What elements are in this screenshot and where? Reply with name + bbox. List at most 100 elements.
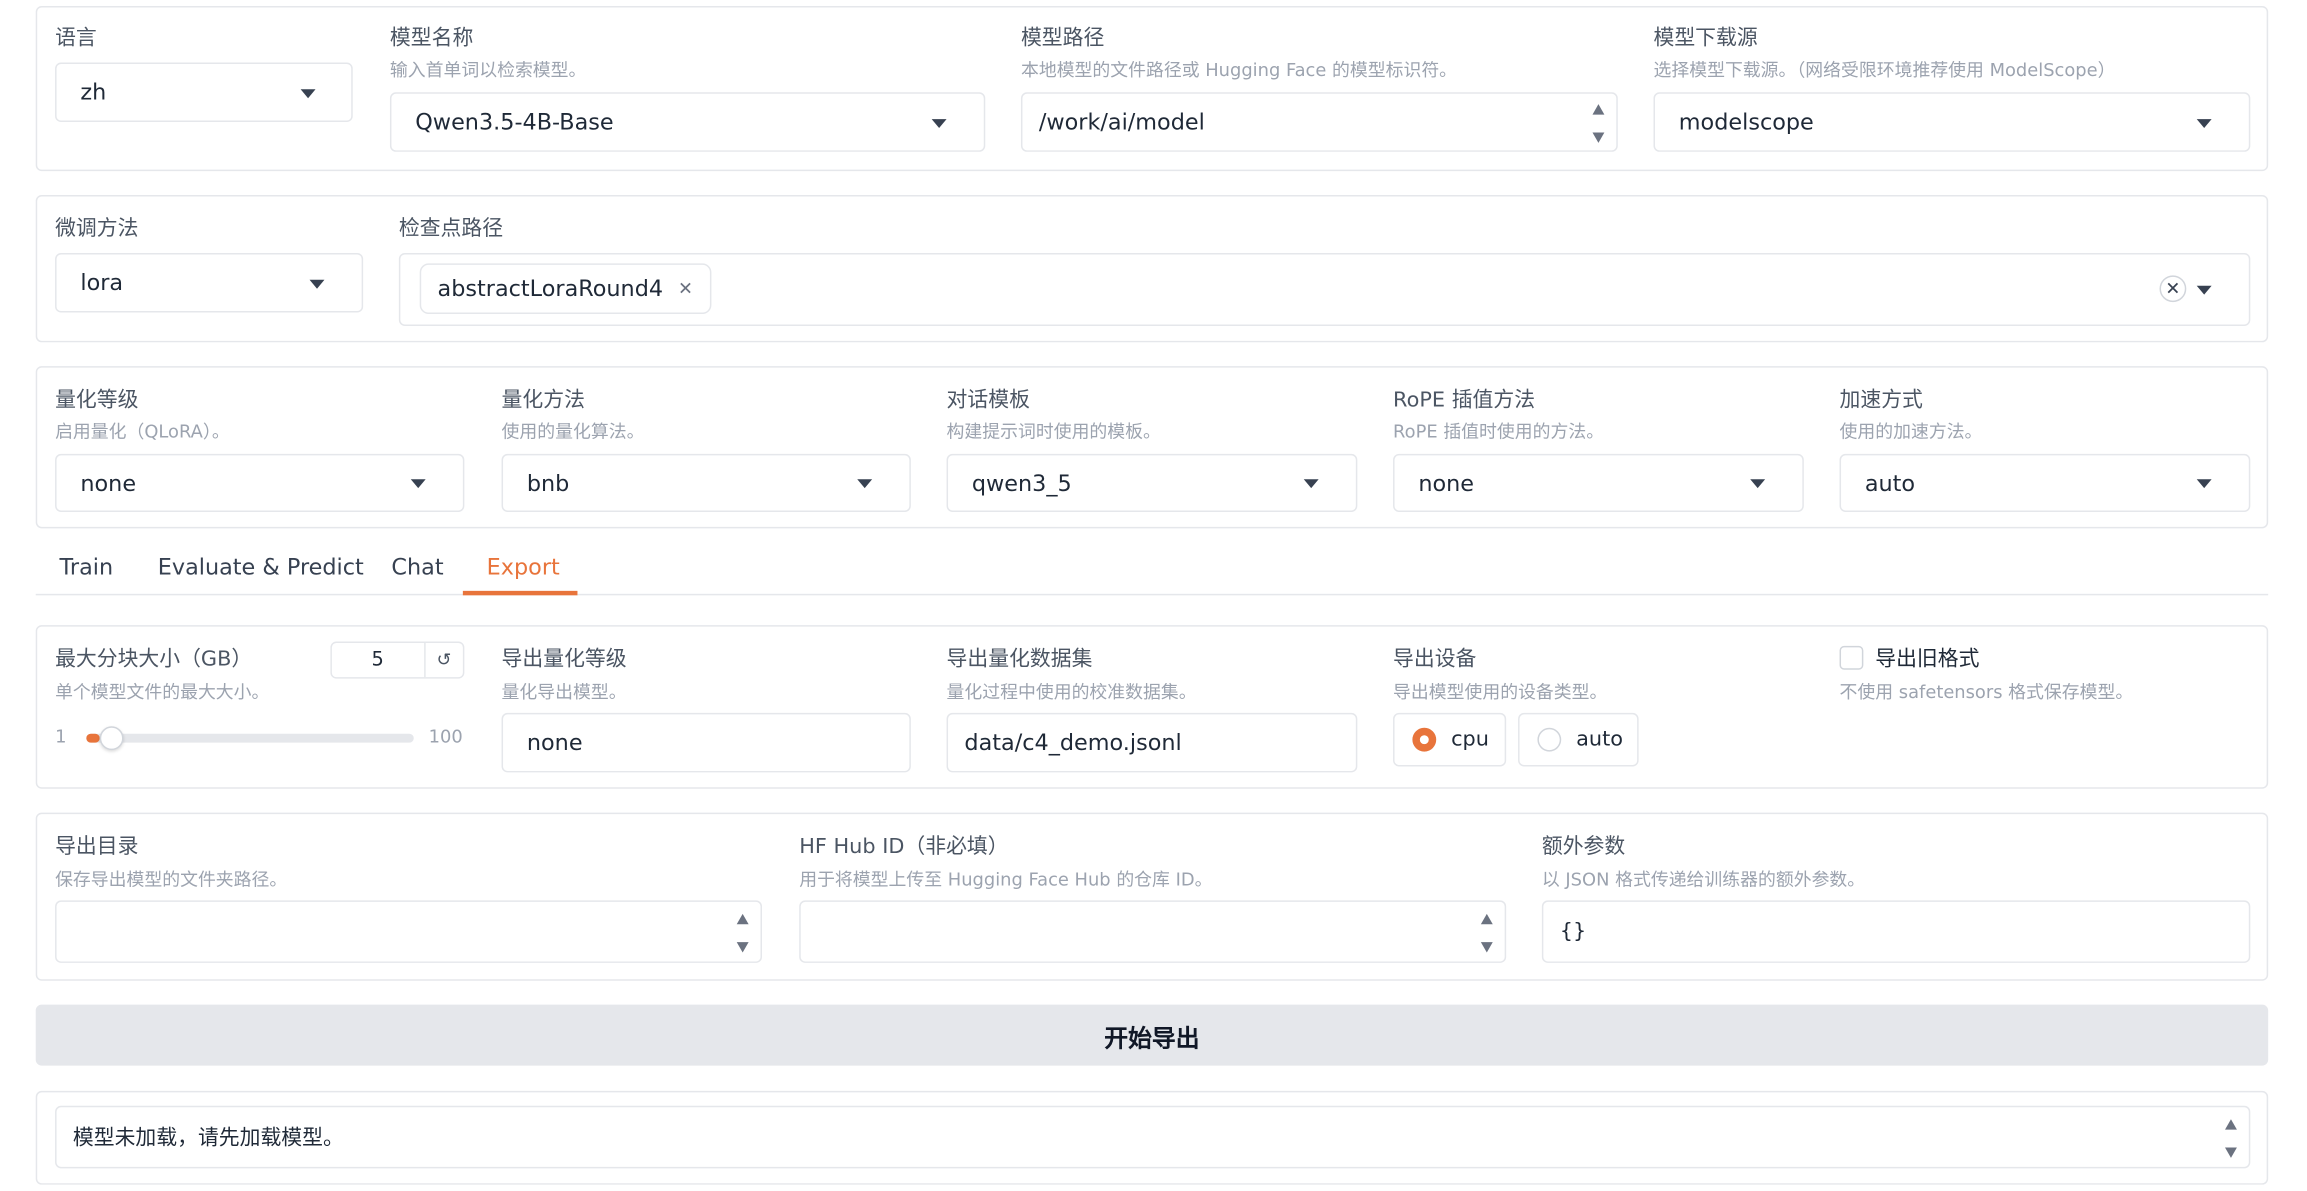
spinner-up-icon bbox=[2225, 1119, 2237, 1130]
export-dataset-value: data/c4_demo.jsonl bbox=[964, 729, 1182, 757]
slider-max-label: 100 bbox=[428, 726, 463, 748]
rope-label: RoPE 插值方法 bbox=[1393, 388, 1536, 413]
device-radio-auto[interactable]: auto bbox=[1518, 712, 1639, 767]
export-dir-label: 导出目录 bbox=[55, 834, 139, 859]
webui-page: 语言 zh 模型名称 输入首单词以检索模型。 Qwen3.5-4B-Base 模… bbox=[0, 0, 2307, 1191]
template-value: qwen3_5 bbox=[971, 469, 1072, 497]
output-box[interactable]: 模型未加载，请先加载模型。 bbox=[55, 1105, 2251, 1169]
chevron-down-icon bbox=[300, 89, 316, 99]
radio-selected-icon bbox=[1412, 727, 1437, 752]
rope-info: RoPE 插值时使用的方法。 bbox=[1393, 421, 1605, 443]
booster-value: auto bbox=[1864, 469, 1916, 497]
reset-icon[interactable]: ↺ bbox=[423, 642, 463, 678]
export-dataset-label: 导出量化数据集 bbox=[946, 647, 1093, 672]
template-label: 对话模板 bbox=[946, 388, 1030, 413]
chevron-down-icon bbox=[931, 119, 947, 128]
extra-args-input[interactable]: {} bbox=[1541, 900, 2251, 963]
radio-unselected-icon bbox=[1537, 727, 1562, 752]
quant-method-dropdown[interactable]: bnb bbox=[501, 453, 911, 512]
chevron-down-icon bbox=[2196, 119, 2212, 128]
lang-value: zh bbox=[80, 78, 107, 106]
spinner-up-icon bbox=[736, 913, 749, 925]
spinner-down-icon bbox=[1592, 132, 1605, 143]
model-path-input[interactable]: /work/ai/model bbox=[1020, 92, 1618, 152]
tab-export[interactable]: Export bbox=[487, 554, 560, 581]
output-text: 模型未加载，请先加载模型。 bbox=[72, 1126, 344, 1151]
tab-divider bbox=[35, 593, 2269, 596]
model-path-label: 模型路径 bbox=[1020, 26, 1105, 51]
lang-dropdown[interactable]: zh bbox=[55, 62, 353, 123]
export-size-number-input[interactable]: 5 ↺ bbox=[330, 641, 465, 679]
model-name-value: Qwen3.5-4B-Base bbox=[415, 108, 614, 136]
hub-info: 选择模型下载源。（网络受限环境推荐使用 ModelScope） bbox=[1653, 59, 2116, 81]
textarea-spinner[interactable] bbox=[736, 908, 752, 959]
device-option-cpu: cpu bbox=[1451, 727, 1489, 752]
spinner-up-icon bbox=[1592, 104, 1605, 115]
rope-dropdown[interactable]: none bbox=[1393, 453, 1804, 512]
extra-args-label: 额外参数 bbox=[1541, 834, 1626, 859]
booster-dropdown[interactable]: auto bbox=[1839, 453, 2251, 512]
spinner-down-icon bbox=[1480, 942, 1493, 953]
export-dir-info: 保存导出模型的文件夹路径。 bbox=[55, 869, 288, 891]
checkpoint-chip[interactable]: abstractLoraRound4 ✕ bbox=[419, 263, 711, 315]
textarea-spinner[interactable] bbox=[1592, 98, 1607, 149]
slider-handle[interactable] bbox=[99, 726, 124, 751]
finetune-method-value: lora bbox=[80, 269, 124, 297]
textarea-spinner[interactable] bbox=[2225, 1113, 2240, 1164]
quant-bit-label: 量化等级 bbox=[55, 388, 139, 413]
export-size-slider[interactable] bbox=[86, 726, 414, 751]
tab-train[interactable]: Train bbox=[60, 554, 114, 581]
checkpoint-chip-label: abstractLoraRound4 bbox=[437, 275, 664, 303]
chevron-down-icon bbox=[1303, 479, 1319, 489]
quant-method-label: 量化方法 bbox=[501, 388, 585, 413]
export-size-label: 最大分块大小（GB） bbox=[55, 647, 253, 672]
chevron-down-icon bbox=[1750, 479, 1766, 489]
template-info: 构建提示词时使用的模板。 bbox=[946, 421, 1161, 443]
quant-method-value: bnb bbox=[526, 469, 570, 497]
booster-info: 使用的加速方法。 bbox=[1839, 421, 1983, 443]
rope-value: none bbox=[1418, 469, 1475, 497]
hub-value: modelscope bbox=[1678, 108, 1814, 136]
export-quant-dropdown[interactable]: none bbox=[501, 712, 911, 773]
export-size-info: 单个模型文件的最大大小。 bbox=[55, 681, 270, 703]
tab-chat[interactable]: Chat bbox=[391, 554, 443, 581]
export-dataset-info: 量化过程中使用的校准数据集。 bbox=[946, 681, 1197, 703]
export-dataset-input[interactable]: data/c4_demo.jsonl bbox=[946, 712, 1358, 773]
chevron-down-icon[interactable] bbox=[2196, 285, 2212, 295]
tab-evaluate-predict[interactable]: Evaluate & Predict bbox=[158, 554, 364, 581]
chevron-down-icon bbox=[309, 279, 325, 289]
clear-all-icon[interactable]: ✕ bbox=[2159, 275, 2187, 303]
quant-bit-info: 启用量化（QLoRA）。 bbox=[55, 421, 230, 443]
start-export-button[interactable]: 开始导出 bbox=[35, 1004, 2269, 1066]
spinner-down-icon bbox=[2225, 1147, 2237, 1158]
export-legacy-checkbox[interactable] bbox=[1839, 645, 1864, 670]
textarea-spinner[interactable] bbox=[1480, 908, 1496, 959]
quant-bit-dropdown[interactable]: none bbox=[55, 453, 465, 512]
extra-args-info: 以 JSON 格式传递给训练器的额外参数。 bbox=[1541, 869, 1866, 891]
close-icon[interactable]: ✕ bbox=[678, 278, 693, 299]
spinner-down-icon bbox=[736, 942, 749, 953]
hub-id-info: 用于将模型上传至 Hugging Face Hub 的仓库 ID。 bbox=[799, 869, 1213, 891]
hub-id-input[interactable] bbox=[799, 900, 1507, 963]
export-device-label: 导出设备 bbox=[1393, 647, 1477, 672]
lang-label: 语言 bbox=[55, 26, 97, 51]
model-name-info: 输入首单词以检索模型。 bbox=[389, 59, 587, 81]
export-device-info: 导出模型使用的设备类型。 bbox=[1393, 681, 1608, 703]
export-legacy-label[interactable]: 导出旧格式 bbox=[1875, 643, 1979, 673]
export-dir-input[interactable] bbox=[55, 900, 763, 963]
model-path-info: 本地模型的文件路径或 Hugging Face 的模型标识符。 bbox=[1020, 59, 1458, 81]
quant-method-info: 使用的量化算法。 bbox=[501, 421, 645, 443]
slider-min-label: 1 bbox=[55, 726, 67, 748]
slider-fill bbox=[86, 733, 100, 743]
model-path-value: /work/ai/model bbox=[1038, 108, 1205, 136]
hub-label: 模型下载源 bbox=[1653, 26, 1758, 51]
export-quant-label: 导出量化等级 bbox=[501, 647, 627, 672]
finetune-method-dropdown[interactable]: lora bbox=[55, 253, 364, 313]
device-radio-cpu[interactable]: cpu bbox=[1393, 712, 1507, 767]
export-quant-info: 量化导出模型。 bbox=[501, 681, 627, 703]
template-dropdown[interactable]: qwen3_5 bbox=[946, 453, 1358, 512]
export-legacy-info: 不使用 safetensors 格式保存模型。 bbox=[1839, 681, 2134, 703]
hub-dropdown[interactable]: modelscope bbox=[1653, 92, 2251, 152]
finetune-method-label: 微调方法 bbox=[55, 217, 139, 242]
model-name-dropdown[interactable]: Qwen3.5-4B-Base bbox=[389, 92, 986, 152]
